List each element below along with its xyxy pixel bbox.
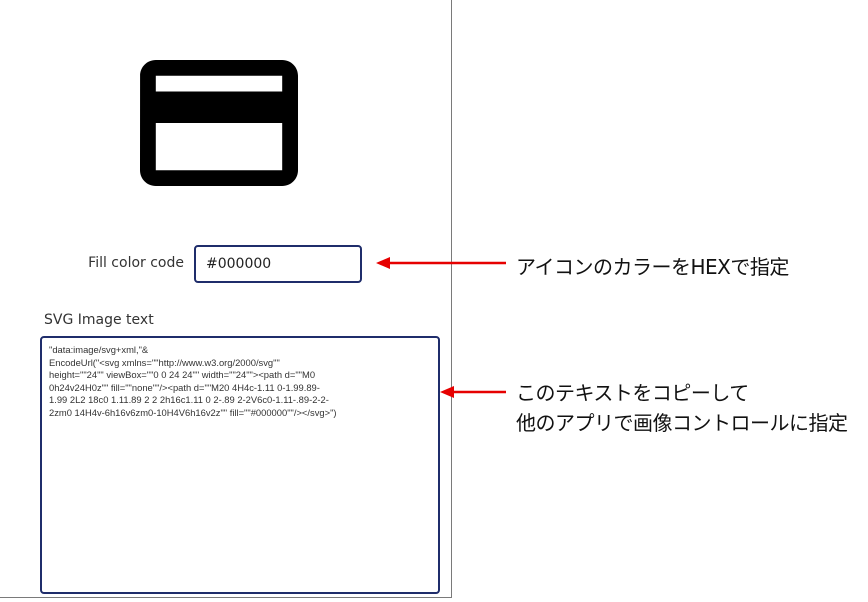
annotation-svg-text-line1: このテキストをコピーして xyxy=(516,381,749,405)
svg-image-textarea[interactable]: "data:image/svg+xml,"& EncodeUrl("<svg x… xyxy=(40,336,440,594)
credit-card-icon xyxy=(140,60,298,186)
fill-color-input[interactable]: #000000 xyxy=(194,245,362,283)
annotation-svg-text-line2: 他のアプリで画像コントロールに指定 xyxy=(516,411,848,435)
fill-color-label: Fill color code xyxy=(88,255,184,271)
annotation-svg-text: このテキストをコピーして 他のアプリで画像コントロールに指定 xyxy=(516,378,848,438)
arrow-to-svg-textarea xyxy=(440,386,506,398)
app-panel: Fill color code #000000 SVG Image text "… xyxy=(0,0,452,598)
svg-image-text-label: SVG Image text xyxy=(44,312,154,328)
arrow-to-fill-input xyxy=(376,257,506,269)
annotation-fill-color: アイコンのカラーをHEXで指定 xyxy=(516,255,789,279)
